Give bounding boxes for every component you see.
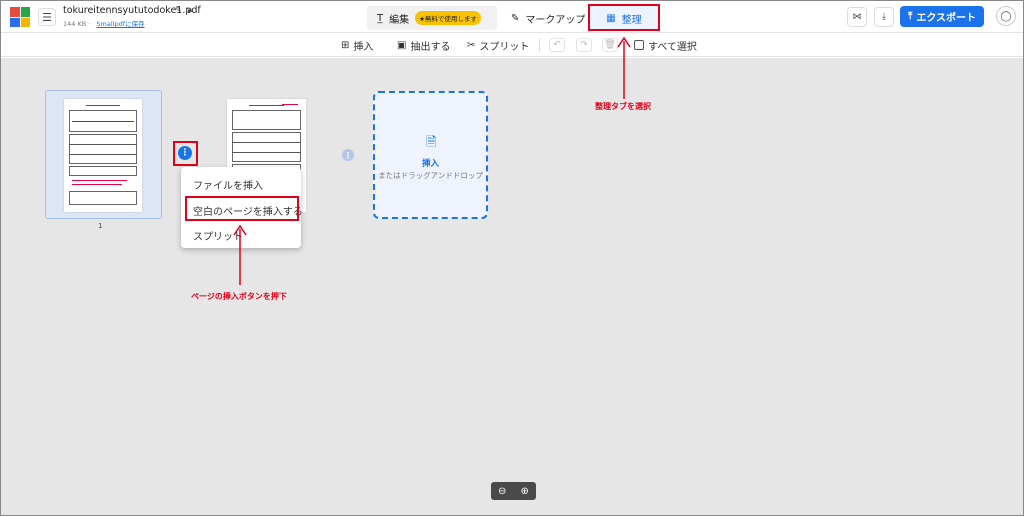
drop-zone-title: 挿入	[421, 159, 439, 169]
menu-item-split[interactable]: スプリット	[193, 228, 243, 243]
menu-item-insert-file[interactable]: ファイルを挿入	[193, 177, 263, 192]
zoom-controls: ⊖ ⊕	[491, 482, 536, 500]
select-all-checkbox[interactable]	[634, 40, 644, 50]
extract-label: 抽出する	[410, 41, 451, 53]
lock-icon[interactable]: 🔒︎	[188, 5, 192, 14]
annotation-select-tab: 整理タブを選択	[595, 102, 651, 111]
zoom-in-icon[interactable]: ⊕	[521, 486, 529, 497]
tab-markup[interactable]: ✎ マークアップ	[501, 6, 585, 30]
file-actions: ✎ 🔒︎	[175, 5, 198, 15]
page-number: 1	[98, 222, 103, 230]
hamburger-icon[interactable]: ☰	[38, 8, 56, 26]
extract-icon: ▣	[397, 39, 407, 51]
undo-icon[interactable]: ↶	[549, 38, 565, 52]
free-badge: ★無料で使用します	[415, 11, 481, 25]
export-label: エクスポート	[916, 13, 977, 24]
pin-icon[interactable]: ✎	[175, 5, 182, 14]
insert-drop-zone[interactable]: 🗎 挿入 またはドラッグアンドドロップ	[373, 91, 488, 219]
select-all-label: すべて選択	[648, 41, 697, 53]
highlight-organize-tab	[588, 4, 660, 31]
app-logo	[10, 7, 30, 27]
toolbar-divider	[539, 38, 540, 52]
download-icon[interactable]: ⤓	[874, 7, 894, 27]
split-button[interactable]: ✂ スプリット	[467, 37, 529, 53]
pen-icon: ✎	[511, 12, 520, 24]
insert-icon: ⊞	[341, 39, 350, 51]
text-edit-icon: T̲	[377, 12, 384, 24]
insert-button[interactable]: ⊞ 挿入	[341, 37, 373, 53]
scissors-icon: ✂	[467, 39, 476, 51]
file-meta: 144 KB · Smallpdfに保存	[63, 20, 145, 28]
tab-edit-label: 編集	[389, 14, 410, 26]
export-button[interactable]: ⤒ エクスポート	[900, 6, 984, 27]
save-link[interactable]: Smallpdfに保存	[96, 20, 144, 28]
user-icon[interactable]: ◯	[996, 6, 1016, 26]
insert-label: 挿入	[353, 41, 374, 53]
organize-toolbar: ⊞ 挿入 ▣ 抽出する ✂ スプリット ↶ ↷ 🗑︎ すべて選択	[1, 33, 1023, 57]
file-size: 144 KB	[63, 20, 87, 28]
zoom-out-icon[interactable]: ⊖	[498, 486, 506, 497]
highlight-insert-blank	[185, 196, 299, 221]
file-add-icon: 🗎	[426, 135, 437, 150]
redo-icon[interactable]: ↷	[576, 38, 592, 52]
highlight-more-button	[173, 141, 198, 166]
more-vertical-icon[interactable]: ⋮	[342, 149, 354, 161]
split-label: スプリット	[479, 41, 530, 53]
share-icon[interactable]: ⋈	[847, 7, 867, 27]
app-window: ☰ tokureitennsyututodoke1.pdf ✎ 🔒︎ 144 KB…	[0, 0, 1024, 516]
drop-zone-subtitle: またはドラッグアンドドロップ	[378, 171, 483, 180]
tab-edit[interactable]: T̲ 編集 ★無料で使用します	[367, 6, 497, 30]
page-1-preview	[64, 99, 142, 212]
upload-icon: ⤒	[907, 11, 913, 22]
top-header: ☰ tokureitennsyututodoke1.pdf ✎ 🔒︎ 144 KB…	[1, 1, 1023, 33]
select-all[interactable]: すべて選択	[634, 37, 697, 53]
tab-markup-label: マークアップ	[525, 14, 586, 26]
annotation-press-insert: ページの挿入ボタンを押下	[191, 292, 287, 301]
extract-button[interactable]: ▣ 抽出する	[397, 37, 450, 53]
trash-icon[interactable]: 🗑︎	[602, 38, 618, 52]
